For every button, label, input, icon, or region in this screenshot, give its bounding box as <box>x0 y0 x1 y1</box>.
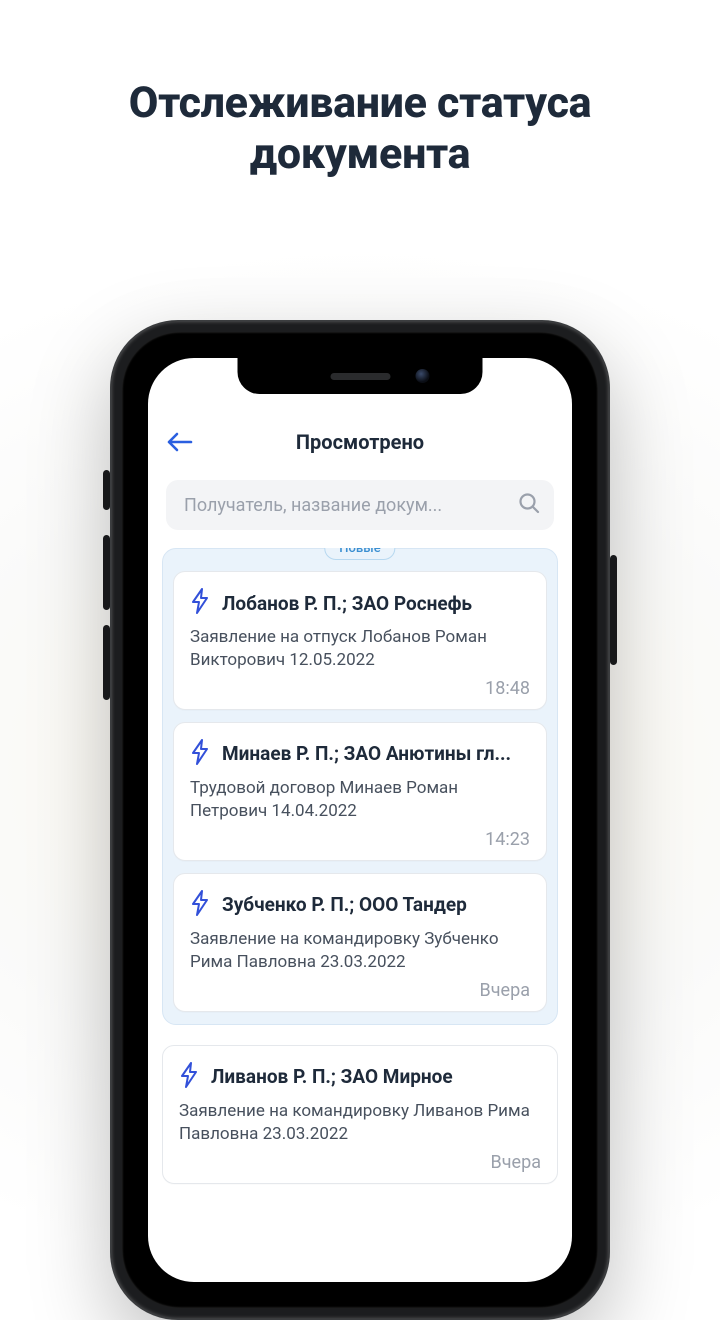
phone-camera <box>415 369 429 383</box>
card-title: Минаев Р. П.; ЗАО Анютины гл... <box>222 742 530 765</box>
phone-side-button <box>103 470 110 510</box>
lightning-icon <box>190 890 210 920</box>
card-timestamp: Вчера <box>179 1152 541 1173</box>
list-section: Новые Лобанов Р. П.; ЗАО Роснефь Заявление… <box>162 548 558 1025</box>
card-subtitle: Заявление на командировку Ливанов Рима П… <box>179 1100 541 1146</box>
phone-bezel: Просмотрено Получатель, название докум..… <box>122 332 598 1308</box>
phone-side-button <box>103 535 110 610</box>
document-card[interactable]: Минаев Р. П.; ЗАО Анютины гл... Трудовой … <box>173 722 547 861</box>
lightning-icon <box>190 588 210 618</box>
promo-title: Отслеживание статуса документа <box>0 0 720 179</box>
phone-mockup: Просмотрено Получатель, название докум..… <box>110 320 610 1320</box>
page-title: Просмотрено <box>296 430 424 454</box>
card-header: Ливанов Р. П.; ЗАО Мирное <box>179 1062 541 1092</box>
card-timestamp: Вчера <box>190 980 530 1001</box>
document-card[interactable]: Лобанов Р. П.; ЗАО Роснефь Заявление на о… <box>173 571 547 710</box>
phone-speaker <box>330 373 390 380</box>
card-header: Минаев Р. П.; ЗАО Анютины гл... <box>190 739 530 769</box>
lightning-icon <box>179 1062 199 1088</box>
lightning-icon <box>190 739 210 769</box>
lightning-icon <box>179 1062 199 1092</box>
section-badge: Новые <box>324 548 395 560</box>
document-list: Новые Лобанов Р. П.; ЗАО Роснефь Заявление… <box>148 548 572 1282</box>
lightning-icon <box>190 890 210 916</box>
card-header: Лобанов Р. П.; ЗАО Роснефь <box>190 588 530 618</box>
search-icon <box>518 492 540 518</box>
lightning-icon <box>190 739 210 765</box>
phone-notch <box>238 358 483 394</box>
card-timestamp: 18:48 <box>190 678 530 699</box>
card-subtitle: Заявление на отпуск Лобанов Роман Виктор… <box>190 626 530 672</box>
search-input[interactable]: Получатель, название докум... <box>166 480 554 530</box>
arrow-left-icon <box>167 432 193 452</box>
promo-title-line2: документа <box>250 129 471 179</box>
search-placeholder: Получатель, название докум... <box>184 495 508 516</box>
phone-side-button <box>610 555 617 665</box>
search-container: Получатель, название докум... <box>148 468 572 548</box>
app-header: Просмотрено <box>148 416 572 468</box>
card-subtitle: Трудовой договор Минаев Роман Петрович 1… <box>190 777 530 823</box>
card-header: Зубченко Р. П.; ООО Тандер <box>190 890 530 920</box>
list-section: Ливанов Р. П.; ЗАО Мирное Заявление на ко… <box>162 1045 558 1184</box>
card-title: Зубченко Р. П.; ООО Тандер <box>222 893 530 916</box>
card-title: Ливанов Р. П.; ЗАО Мирное <box>211 1065 541 1088</box>
document-card[interactable]: Ливанов Р. П.; ЗАО Мирное Заявление на ко… <box>162 1045 558 1184</box>
back-button[interactable] <box>166 428 194 456</box>
document-card[interactable]: Зубченко Р. П.; ООО Тандер Заявление на к… <box>173 873 547 1012</box>
phone-side-button <box>103 625 110 700</box>
phone-screen: Просмотрено Получатель, название докум..… <box>148 358 572 1282</box>
card-title: Лобанов Р. П.; ЗАО Роснефь <box>222 592 530 615</box>
card-subtitle: Заявление на командировку Зубченко Рима … <box>190 928 530 974</box>
lightning-icon <box>190 588 210 614</box>
app-root: Просмотрено Получатель, название докум..… <box>148 358 572 1282</box>
card-timestamp: 14:23 <box>190 829 530 850</box>
promo-title-line1: Отслеживание статуса <box>129 78 592 128</box>
phone-body: Просмотрено Получатель, название докум..… <box>110 320 610 1320</box>
